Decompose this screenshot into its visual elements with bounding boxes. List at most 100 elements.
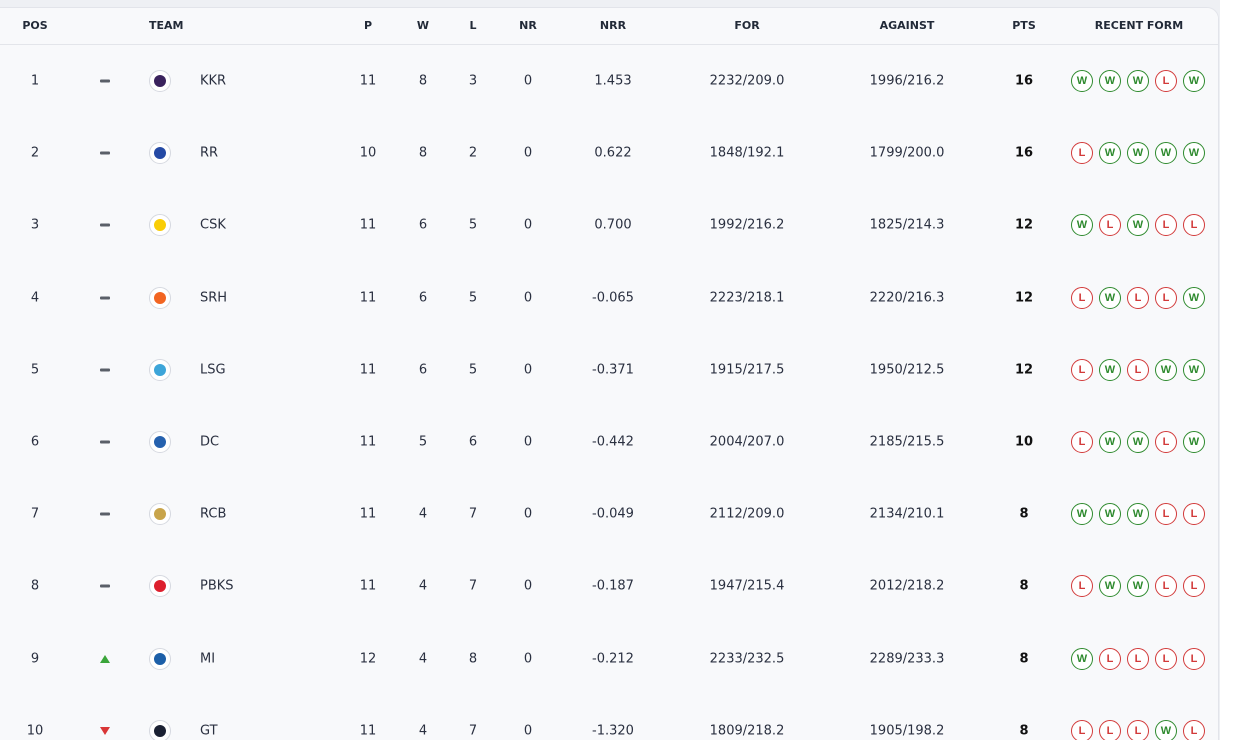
team-logo-icon[interactable] bbox=[149, 647, 171, 670]
form-win-badge[interactable]: W bbox=[1099, 286, 1121, 309]
team-name[interactable]: LSG bbox=[200, 362, 226, 377]
form-loss-badge[interactable]: L bbox=[1099, 214, 1121, 237]
form-win-badge[interactable]: W bbox=[1127, 214, 1149, 237]
form-win-badge[interactable]: W bbox=[1127, 431, 1149, 453]
form-loss-badge[interactable]: L bbox=[1183, 503, 1205, 526]
team-logo-icon[interactable] bbox=[149, 286, 171, 309]
form-win-badge[interactable]: W bbox=[1127, 70, 1149, 92]
form-loss-badge[interactable]: L bbox=[1071, 575, 1093, 598]
lost-cell: 5 bbox=[468, 362, 478, 378]
form-win-badge[interactable]: W bbox=[1071, 503, 1093, 526]
form-loss-badge[interactable]: L bbox=[1099, 719, 1121, 740]
header-team[interactable]: TEAM bbox=[149, 19, 183, 32]
team-logo-icon[interactable] bbox=[149, 70, 171, 92]
header-nrr[interactable]: NRR bbox=[600, 19, 626, 32]
team-logo-icon[interactable] bbox=[149, 431, 171, 453]
form-loss-badge[interactable]: L bbox=[1099, 647, 1121, 670]
form-loss-badge[interactable]: L bbox=[1183, 214, 1205, 237]
table-row[interactable]: 2 RR 10 8 2 0 0.622 1848/192.1 1799/200.0 16 L W W W W bbox=[0, 117, 1218, 189]
team-name[interactable]: RR bbox=[200, 146, 218, 161]
table-row[interactable]: 1 KKR 11 8 3 0 1.453 2232/209.0 1996/216.2 16 W W W L… bbox=[0, 45, 1218, 117]
form-win-badge[interactable]: W bbox=[1127, 575, 1149, 598]
team-name[interactable]: DC bbox=[200, 435, 219, 450]
header-won[interactable]: W bbox=[417, 19, 429, 32]
position-same-icon bbox=[100, 368, 110, 372]
header-lost[interactable]: L bbox=[469, 19, 476, 32]
table-row[interactable]: 8 PBKS 11 4 7 0 -0.187 1947/215.4 2012/218.2 8 L W W… bbox=[0, 550, 1218, 622]
form-win-badge[interactable]: W bbox=[1127, 503, 1149, 526]
table-header: POS TEAM P W L NR NRR FOR AGAINST PTS RE… bbox=[0, 8, 1218, 45]
team-name[interactable]: SRH bbox=[200, 290, 227, 305]
team-logo-icon[interactable] bbox=[149, 719, 171, 740]
team-name[interactable]: CSK bbox=[200, 218, 226, 233]
form-win-badge[interactable]: W bbox=[1183, 431, 1205, 453]
form-loss-badge[interactable]: L bbox=[1127, 647, 1149, 670]
form-win-badge[interactable]: W bbox=[1099, 575, 1121, 598]
header-played[interactable]: P bbox=[364, 19, 372, 32]
header-against[interactable]: AGAINST bbox=[880, 19, 935, 32]
form-win-badge[interactable]: W bbox=[1183, 70, 1205, 92]
form-loss-badge[interactable]: L bbox=[1071, 286, 1093, 309]
form-loss-badge[interactable]: L bbox=[1155, 431, 1177, 453]
header-for[interactable]: FOR bbox=[734, 19, 759, 32]
table-row[interactable]: 4 SRH 11 6 5 0 -0.065 2223/218.1 2220/216.3 12 L W L… bbox=[0, 262, 1218, 334]
team-logo-icon[interactable] bbox=[149, 503, 171, 526]
form-win-badge[interactable]: W bbox=[1099, 431, 1121, 453]
form-loss-badge[interactable]: L bbox=[1071, 431, 1093, 453]
form-loss-badge[interactable]: L bbox=[1155, 575, 1177, 598]
form-loss-badge[interactable]: L bbox=[1071, 142, 1093, 165]
lost-cell: 5 bbox=[468, 217, 478, 233]
team-logo-icon[interactable] bbox=[149, 214, 171, 237]
form-loss-badge[interactable]: L bbox=[1127, 358, 1149, 381]
table-row[interactable]: 5 LSG 11 6 5 0 -0.371 1915/217.5 1950/212.5 12 L W L… bbox=[0, 334, 1218, 406]
form-win-badge[interactable]: W bbox=[1099, 358, 1121, 381]
table-row[interactable]: 9 MI 12 4 8 0 -0.212 2233/232.5 2289/233.3 8 W L L L L bbox=[0, 623, 1218, 695]
position-same-icon bbox=[100, 151, 110, 155]
header-pos[interactable]: POS bbox=[22, 19, 47, 32]
form-loss-badge[interactable]: L bbox=[1183, 575, 1205, 598]
form-win-badge[interactable]: W bbox=[1183, 358, 1205, 381]
table-row[interactable]: 6 DC 11 5 6 0 -0.442 2004/207.0 2185/215.5 10 L W W L… bbox=[0, 406, 1218, 478]
form-loss-badge[interactable]: L bbox=[1071, 719, 1093, 740]
form-win-badge[interactable]: W bbox=[1071, 70, 1093, 92]
form-win-badge[interactable]: W bbox=[1099, 70, 1121, 92]
team-name[interactable]: RCB bbox=[200, 507, 226, 522]
won-cell: 4 bbox=[418, 506, 428, 522]
header-no-result[interactable]: NR bbox=[519, 19, 537, 32]
form-loss-badge[interactable]: L bbox=[1183, 647, 1205, 670]
form-win-badge[interactable]: W bbox=[1183, 142, 1205, 165]
table-row[interactable]: 7 RCB 11 4 7 0 -0.049 2112/209.0 2134/210.1 8 W W W L… bbox=[0, 478, 1218, 550]
team-name[interactable]: PBKS bbox=[200, 579, 234, 594]
form-loss-badge[interactable]: L bbox=[1155, 214, 1177, 237]
position-cell: 5 bbox=[30, 362, 40, 378]
form-win-badge[interactable]: W bbox=[1071, 647, 1093, 670]
team-logo-icon[interactable] bbox=[149, 358, 171, 381]
form-win-badge[interactable]: W bbox=[1099, 142, 1121, 165]
form-win-badge[interactable]: W bbox=[1127, 142, 1149, 165]
played-cell: 11 bbox=[359, 578, 377, 594]
lost-cell: 8 bbox=[468, 651, 478, 667]
table-row[interactable]: 10 GT 11 4 7 0 -1.320 1809/218.2 1905/198.2 8 L L L W… bbox=[0, 695, 1218, 740]
form-loss-badge[interactable]: L bbox=[1155, 503, 1177, 526]
team-name[interactable]: GT bbox=[200, 723, 218, 738]
form-loss-badge[interactable]: L bbox=[1155, 647, 1177, 670]
form-loss-badge[interactable]: L bbox=[1155, 70, 1177, 92]
form-win-badge[interactable]: W bbox=[1155, 358, 1177, 381]
team-name[interactable]: KKR bbox=[200, 74, 226, 89]
header-points[interactable]: PTS bbox=[1012, 19, 1036, 32]
table-row[interactable]: 3 CSK 11 6 5 0 0.700 1992/216.2 1825/214.3 12 W L W L… bbox=[0, 189, 1218, 261]
form-loss-badge[interactable]: L bbox=[1183, 719, 1205, 740]
form-win-badge[interactable]: W bbox=[1183, 286, 1205, 309]
form-loss-badge[interactable]: L bbox=[1127, 286, 1149, 309]
form-loss-badge[interactable]: L bbox=[1071, 358, 1093, 381]
form-win-badge[interactable]: W bbox=[1071, 214, 1093, 237]
form-loss-badge[interactable]: L bbox=[1155, 286, 1177, 309]
team-logo-icon[interactable] bbox=[149, 575, 171, 598]
team-name[interactable]: MI bbox=[200, 651, 215, 666]
team-logo-icon[interactable] bbox=[149, 142, 171, 165]
form-loss-badge[interactable]: L bbox=[1127, 719, 1149, 740]
form-win-badge[interactable]: W bbox=[1099, 503, 1121, 526]
form-win-badge[interactable]: W bbox=[1155, 142, 1177, 165]
played-cell: 10 bbox=[359, 145, 377, 161]
form-win-badge[interactable]: W bbox=[1155, 719, 1177, 740]
